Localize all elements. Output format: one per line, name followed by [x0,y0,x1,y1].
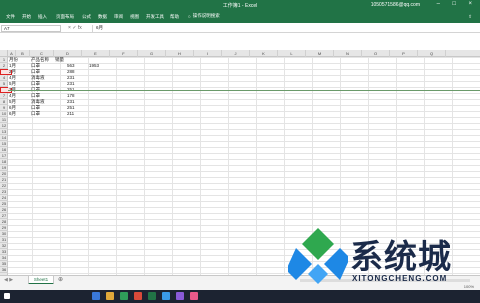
formula-bar: A7 × ✓ fx 6月 [0,24,480,33]
watermark: 系统城 XITONGCHENG.COM [288,224,480,290]
column-header-h[interactable]: H [166,50,194,57]
column-header-e[interactable]: E [82,50,110,57]
tab-insert[interactable]: 插入 [38,14,47,20]
account-email[interactable]: 1050571586@qq.com [371,2,420,8]
freeze-pane-line [8,90,480,91]
add-sheet-icon[interactable]: ⊕ [58,276,63,283]
lightbulb-icon: ○ [188,13,191,19]
tab-home[interactable]: 开始 [22,14,31,20]
enter-icon[interactable]: ✓ [72,25,76,31]
cancel-icon[interactable]: × [68,25,71,31]
tab-page-layout[interactable]: 页面布局 [56,14,74,20]
tab-formulas[interactable]: 公式 [82,14,91,20]
tab-data[interactable]: 数据 [98,14,107,20]
cell-c10[interactable]: 211 [67,111,74,117]
cell-a10[interactable]: 6月 [9,111,16,117]
taskbar [0,290,480,303]
app-icon-wechat[interactable] [120,292,128,300]
app-icon-blue[interactable] [162,292,170,300]
column-header-f[interactable]: F [110,50,138,57]
column-header-j[interactable]: J [222,50,250,57]
cell-b10[interactable]: 口罩 [31,111,40,117]
column-header-g[interactable]: G [138,50,166,57]
column-header-i[interactable]: I [194,50,222,57]
function-icon[interactable]: fx [78,25,82,31]
tab-developer[interactable]: 开发工具 [146,14,164,20]
formula-input[interactable]: 6月 [92,25,478,32]
sheet-nav-icon[interactable]: ◀ ▶ [4,277,13,283]
app-icon-pink[interactable] [190,292,198,300]
column-header-b[interactable]: B [16,50,30,57]
formula-icons: × ✓ fx [68,25,82,31]
minimize-icon[interactable]: – [437,1,440,7]
column-header-c[interactable]: C [30,50,54,57]
title-bar: 工作簿1 - Excel 1050571586@qq.com – □ × [0,0,480,11]
column-header-n[interactable]: N [334,50,362,57]
row-header-36[interactable]: 36 [0,267,8,273]
cell-d2[interactable]: 1953 [89,63,99,69]
share-button[interactable]: ⇧ [468,14,472,20]
tab-view[interactable]: 视图 [130,14,139,20]
column-header-o[interactable]: O [362,50,390,57]
maximize-icon[interactable]: □ [452,1,456,7]
start-icon[interactable] [4,293,10,299]
app-icon-red[interactable] [134,292,142,300]
name-box[interactable]: A7 [1,25,61,32]
app-icon-purple[interactable] [176,292,184,300]
watermark-text: 系统城 [350,237,452,276]
cell-c1[interactable]: 销量 [55,57,64,63]
watermark-url: XITONGCHENG.COM [352,274,448,283]
tab-review[interactable]: 审阅 [114,14,123,20]
app-icon-folder[interactable] [106,292,114,300]
column-header-k[interactable]: K [250,50,278,57]
close-icon[interactable]: × [468,1,472,7]
select-all-corner[interactable] [0,50,8,57]
column-header-m[interactable]: M [306,50,334,57]
column-header: A B C D E F G H I J K L M N O P Q [0,50,480,57]
column-header-a[interactable]: A [8,50,16,57]
ribbon-tabs: 文件 开始 插入 页面布局 公式 数据 审阅 视图 开发工具 帮助 ○ 操作说明… [0,11,480,23]
app-icon-excel[interactable] [148,292,156,300]
column-header-p[interactable]: P [390,50,418,57]
column-header-q[interactable]: Q [418,50,446,57]
tell-me-label: 操作说明搜索 [192,13,220,18]
watermark-logo-icon [288,228,348,284]
app-icon-browser[interactable] [92,292,100,300]
tab-help[interactable]: 帮助 [170,14,179,20]
tab-file[interactable]: 文件 [6,14,15,20]
column-header-l[interactable]: L [278,50,306,57]
column-header-d[interactable]: D [54,50,82,57]
tell-me-search[interactable]: ○ 操作说明搜索 [188,13,220,19]
